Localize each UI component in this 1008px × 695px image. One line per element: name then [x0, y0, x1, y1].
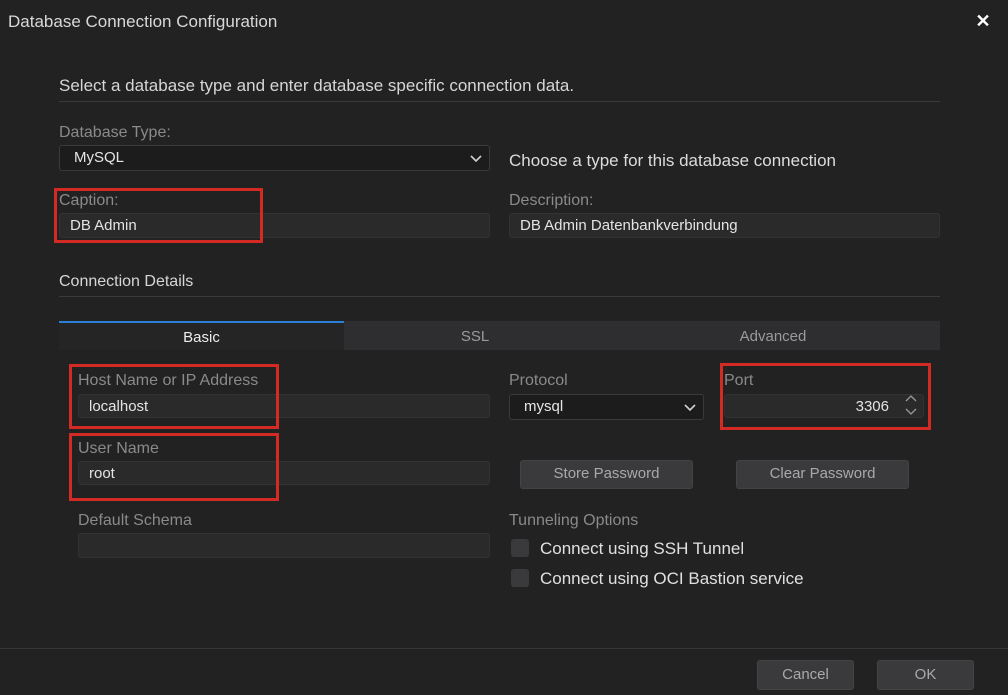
- schema-input[interactable]: [78, 533, 490, 558]
- clear-password-button[interactable]: Clear Password: [736, 460, 909, 489]
- database-type-label: Database Type:: [59, 124, 171, 141]
- footer-divider: [0, 648, 1008, 649]
- dialog-title: Database Connection Configuration: [8, 12, 278, 31]
- database-type-hint: Choose a type for this database connecti…: [509, 151, 836, 170]
- user-label: User Name: [78, 440, 159, 457]
- port-input[interactable]: 3306: [724, 394, 924, 418]
- caption-input[interactable]: DB Admin: [59, 213, 490, 238]
- protocol-label: Protocol: [509, 372, 568, 389]
- store-password-button[interactable]: Store Password: [520, 460, 693, 489]
- ssh-tunnel-label: Connect using SSH Tunnel: [540, 539, 745, 558]
- protocol-value: mysql: [524, 398, 564, 415]
- description-label: Description:: [509, 192, 594, 209]
- chevron-down-icon: [684, 404, 696, 412]
- tab-basic[interactable]: Basic: [59, 321, 344, 350]
- tunneling-label: Tunneling Options: [509, 512, 639, 529]
- close-icon[interactable]: ✕: [974, 10, 992, 32]
- ssh-tunnel-checkbox[interactable]: [511, 539, 529, 557]
- user-input[interactable]: root: [78, 461, 490, 485]
- tab-ssl[interactable]: SSL: [344, 321, 606, 350]
- port-stepper[interactable]: [903, 393, 919, 417]
- protocol-select[interactable]: mysql: [509, 394, 704, 420]
- oci-bastion-label: Connect using OCI Bastion service: [540, 569, 804, 588]
- chevron-up-icon: [905, 395, 917, 402]
- database-type-select[interactable]: MySQL: [59, 145, 490, 171]
- caption-label: Caption:: [59, 192, 119, 209]
- connection-tabs: Basic SSL Advanced: [59, 321, 940, 350]
- ok-button[interactable]: OK: [877, 660, 974, 690]
- divider: [59, 101, 940, 102]
- host-label: Host Name or IP Address: [78, 372, 259, 389]
- schema-label: Default Schema: [78, 512, 192, 529]
- database-type-value: MySQL: [74, 149, 125, 166]
- chevron-down-icon: [470, 155, 482, 163]
- oci-bastion-checkbox[interactable]: [511, 569, 529, 587]
- port-label: Port: [724, 372, 754, 389]
- tab-advanced[interactable]: Advanced: [606, 321, 940, 350]
- intro-text: Select a database type and enter databas…: [59, 76, 575, 95]
- host-input[interactable]: localhost: [78, 394, 490, 418]
- connection-details-heading: Connection Details: [59, 273, 194, 290]
- divider: [59, 296, 940, 297]
- cancel-button[interactable]: Cancel: [757, 660, 854, 690]
- chevron-down-icon: [905, 408, 917, 415]
- description-input[interactable]: DB Admin Datenbankverbindung: [509, 213, 940, 238]
